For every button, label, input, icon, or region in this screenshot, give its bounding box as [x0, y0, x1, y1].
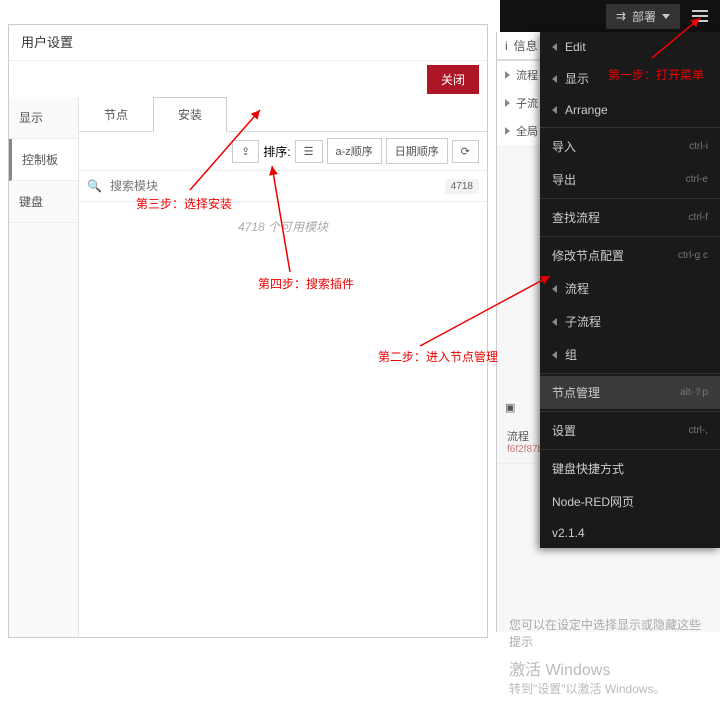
left-tab-display[interactable]: 显示 [9, 97, 78, 139]
sort-list-button[interactable]: ☰ [295, 140, 323, 163]
upload-button[interactable]: ⇪ [232, 140, 259, 163]
menu-edit[interactable]: Edit [540, 32, 720, 62]
menu-label: 修改节点配置 [552, 247, 624, 264]
menu-config-nodes[interactable]: 修改节点配置 ctrl-g c [540, 239, 720, 272]
menu-settings[interactable]: 设置 ctrl-, [540, 414, 720, 447]
caret-down-icon [662, 14, 670, 19]
chevron-left-icon [552, 106, 557, 114]
menu-import[interactable]: 导入 ctrl-i [540, 130, 720, 163]
chevron-left-icon [552, 318, 557, 326]
sort-date-button[interactable]: 日期顺序 [386, 138, 448, 164]
refresh-button[interactable]: ⟳ [452, 140, 479, 163]
menu-groups[interactable]: 组 [540, 338, 720, 371]
shortcut: ctrl-, [689, 425, 708, 436]
menu-arrange[interactable]: Arrange [540, 95, 720, 125]
close-button[interactable]: 关闭 [427, 65, 479, 94]
chevron-left-icon [552, 351, 557, 359]
menu-label: 查找流程 [552, 209, 600, 226]
result-count: 4718 [445, 179, 479, 194]
refresh-icon: ⟳ [461, 145, 470, 158]
menu-label: 设置 [552, 422, 576, 439]
menu-manage-palette[interactable]: 节点管理 alt-⇧p [540, 376, 720, 409]
menu-label: v2.1.4 [552, 526, 585, 540]
chevron-icon [505, 99, 510, 107]
book-icon: ▣ [505, 401, 515, 414]
menu-label: 键盘快捷方式 [552, 460, 624, 477]
left-tabs: 显示 控制板 键盘 [9, 97, 79, 637]
hamburger-icon[interactable] [688, 6, 712, 26]
menu-shortcuts[interactable]: 键盘快捷方式 [540, 452, 720, 485]
chevron-left-icon [552, 285, 557, 293]
chevron-left-icon [552, 75, 557, 83]
search-input[interactable] [106, 175, 445, 197]
row-label: 流程 [516, 67, 538, 83]
main-menu: Edit 显示 Arrange 导入 ctrl-i 导出 ctrl-e 查找流程 ct… [540, 32, 720, 548]
deploy-label: 部署 [632, 8, 656, 25]
chevron-icon [505, 71, 510, 79]
menu-find-flow[interactable]: 查找流程 ctrl-f [540, 201, 720, 234]
sort-label: 排序: [263, 143, 290, 160]
shortcut: alt-⇧p [680, 387, 708, 398]
menu-label: Edit [565, 40, 586, 54]
list-icon: ☰ [304, 145, 314, 158]
row-label: 子流 [516, 95, 538, 111]
deploy-icon: ⇉ [616, 9, 626, 23]
deploy-button[interactable]: ⇉ 部署 [606, 4, 680, 29]
search-icon: 🔍 [87, 179, 102, 193]
shortcut: ctrl-g c [678, 250, 708, 261]
menu-label: 流程 [565, 280, 589, 297]
menu-flows[interactable]: 流程 [540, 272, 720, 305]
menu-label: Arrange [565, 103, 608, 117]
menu-label: 组 [565, 346, 577, 363]
shortcut: ctrl-e [686, 174, 708, 185]
menu-subflows[interactable]: 子流程 [540, 305, 720, 338]
menu-version: v2.1.4 [540, 518, 720, 548]
sort-az-button[interactable]: a-z顺序 [327, 138, 382, 164]
sort-row: ⇪ 排序: ☰ a-z顺序 日期顺序 ⟳ [79, 132, 487, 171]
menu-label: 导出 [552, 171, 576, 188]
shortcut: ctrl-i [689, 141, 708, 152]
row-label: 全局 [516, 123, 538, 139]
top-tabs: 节点 安装 [79, 97, 487, 132]
sidebar-title: 信息 [514, 37, 538, 54]
menu-label: Node-RED网页 [552, 493, 634, 510]
menu-label: 显示 [565, 70, 589, 87]
user-settings-dialog: 用户设置 关闭 显示 控制板 键盘 节点 安装 ⇪ 排序: ☰ a-z顺序 日期… [8, 24, 488, 638]
menu-export[interactable]: 导出 ctrl-e [540, 163, 720, 196]
hint-box: 您可以在设定中选择显示或隐藏这些提示 激活 Windows 转到"设置"以激活 … [497, 604, 720, 709]
tab-install[interactable]: 安装 [153, 97, 227, 132]
result-info: 4718 个可用模块 [79, 202, 487, 251]
menu-website[interactable]: Node-RED网页 [540, 485, 720, 518]
menu-label: 节点管理 [552, 384, 600, 401]
topbar: ⇉ 部署 [500, 0, 720, 32]
activate-title: 激活 Windows [509, 656, 708, 680]
menu-label: 导入 [552, 138, 576, 155]
chevron-left-icon [552, 43, 557, 51]
info-icon: i [505, 39, 508, 53]
activate-sub: 转到"设置"以激活 Windows。 [509, 680, 708, 697]
chevron-icon [505, 127, 510, 135]
tab-nodes[interactable]: 节点 [79, 97, 153, 131]
dialog-title: 用户设置 [9, 25, 487, 61]
left-tab-palette[interactable]: 控制板 [9, 139, 78, 181]
hint-text: 您可以在设定中选择显示或隐藏这些提示 [509, 616, 708, 650]
activate-windows: 激活 Windows 转到"设置"以激活 Windows。 [509, 656, 708, 697]
menu-label: 子流程 [565, 313, 601, 330]
upload-icon: ⇪ [241, 145, 250, 158]
shortcut: ctrl-f [689, 212, 708, 223]
left-tab-keyboard[interactable]: 键盘 [9, 181, 78, 223]
menu-display[interactable]: 显示 [540, 62, 720, 95]
search-row: 🔍 4718 [79, 171, 487, 202]
